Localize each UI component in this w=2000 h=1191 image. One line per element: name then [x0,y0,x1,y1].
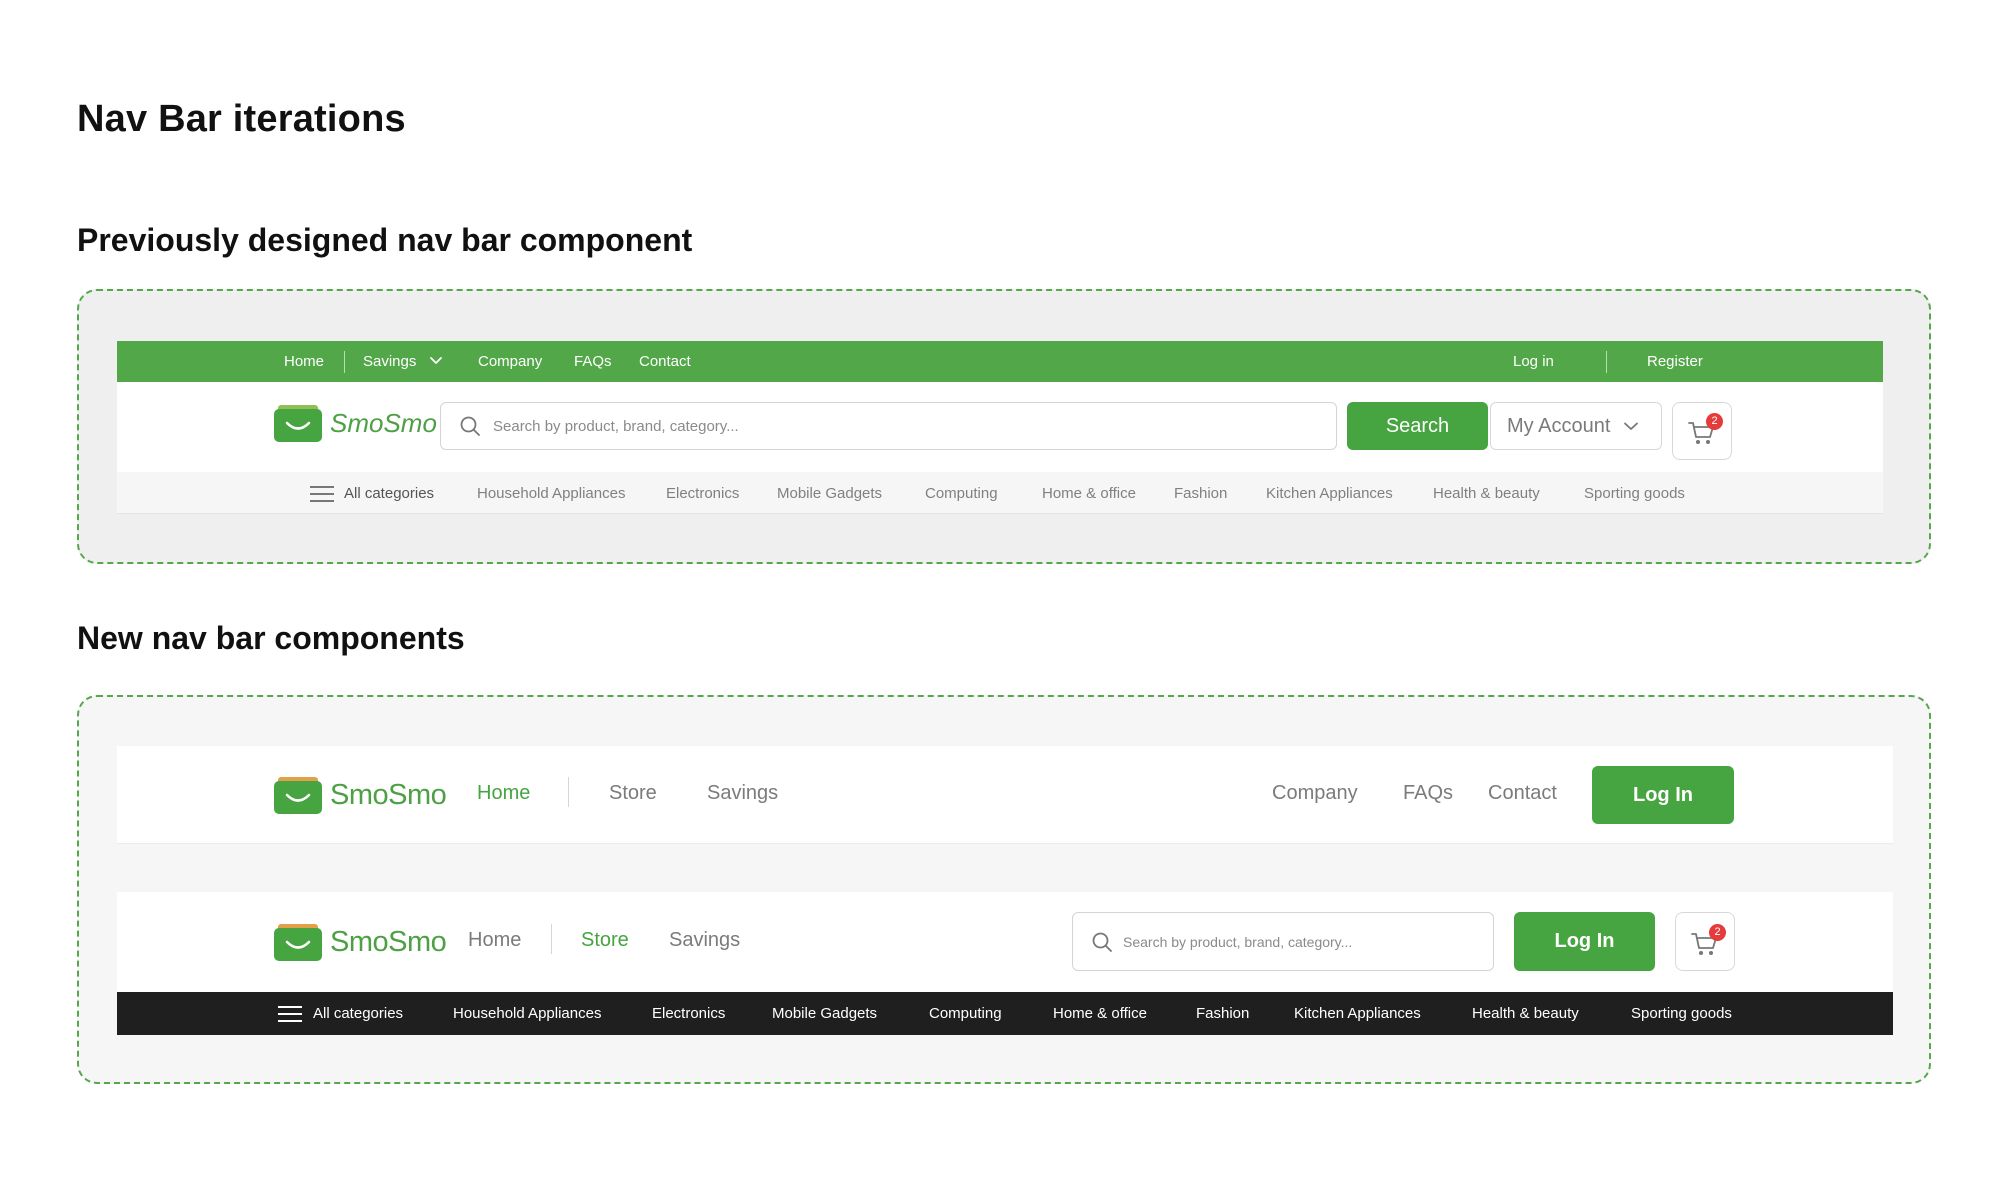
old-all-categories[interactable]: All categories [344,485,434,502]
brand-logo[interactable]: SmoSmo [274,404,437,442]
category-link[interactable]: Household Appliances [477,485,625,502]
nav-link-home[interactable]: Home [477,782,530,805]
section-title-new: New nav bar components [77,620,465,656]
old-search-button[interactable]: Search [1347,402,1488,450]
nav-link-contact[interactable]: Contact [1488,782,1557,805]
old-top-link-company[interactable]: Company [478,353,542,370]
brand-wordmark: SmoSmo [330,778,447,811]
old-nav-bar: Home Savings Company FAQs Contact Log in… [117,341,1883,514]
login-button[interactable]: Log In [1592,766,1734,824]
chevron-down-icon [1624,422,1639,430]
page-title: Nav Bar iterations [77,98,406,140]
wallet-logo-icon [274,405,322,442]
divider [1606,351,1607,373]
nav-link-store[interactable]: Store [609,782,657,805]
category-link[interactable]: Sporting goods [1631,1005,1732,1022]
cart-button[interactable]: 2 [1675,912,1735,971]
brand-logo[interactable]: SmoSmo [274,776,447,814]
new-nav-bar-b: SmoSmo Home Store Savings Search by prod… [117,892,1893,992]
nav-link-savings[interactable]: Savings [669,929,740,952]
old-cart-button[interactable]: 2 [1672,402,1732,460]
brand-wordmark: SmoSmo [330,407,437,438]
old-top-link-faqs[interactable]: FAQs [574,353,612,370]
divider [551,924,552,954]
wallet-logo-icon [274,924,322,961]
category-link[interactable]: Fashion [1196,1005,1249,1022]
category-link[interactable]: Mobile Gadgets [777,485,882,502]
category-link[interactable]: Fashion [1174,485,1227,502]
category-link[interactable]: Kitchen Appliances [1266,485,1393,502]
cart-count-badge: 2 [1706,413,1723,430]
category-bar: All categories Household Appliances Elec… [117,992,1893,1035]
section-title-old: Previously designed nav bar component [77,222,693,258]
old-top-link-contact[interactable]: Contact [639,353,691,370]
category-link[interactable]: Health & beauty [1472,1005,1579,1022]
account-dropdown[interactable]: My Account [1490,402,1662,450]
old-search-input[interactable]: Search by product, brand, category... [440,402,1337,450]
old-login-link[interactable]: Log in [1513,353,1554,370]
chevron-down-icon[interactable] [428,352,444,368]
divider [344,351,345,373]
category-link[interactable]: Kitchen Appliances [1294,1005,1421,1022]
nav-link-store[interactable]: Store [581,929,629,952]
brand-logo[interactable]: SmoSmo [274,923,447,961]
search-input[interactable]: Search by product, brand, category... [1072,912,1494,971]
category-link[interactable]: Sporting goods [1584,485,1685,502]
category-link[interactable]: Health & beauty [1433,485,1540,502]
category-link[interactable]: Household Appliances [453,1005,601,1022]
old-register-link[interactable]: Register [1647,353,1703,370]
old-top-bar: Home Savings Company FAQs Contact Log in… [117,341,1883,382]
old-category-bar: All categories Household Appliances Elec… [117,472,1883,514]
menu-icon[interactable] [310,485,334,503]
account-label: My Account [1507,414,1611,437]
menu-icon[interactable] [278,1005,302,1023]
wallet-logo-icon [274,777,322,814]
old-top-link-savings[interactable]: Savings [363,353,416,370]
brand-wordmark: SmoSmo [330,925,447,958]
old-top-link-home[interactable]: Home [284,353,324,370]
search-placeholder: Search by product, brand, category... [1123,933,1353,950]
category-link[interactable]: Electronics [652,1005,725,1022]
category-link[interactable]: Mobile Gadgets [772,1005,877,1022]
category-link[interactable]: Home & office [1053,1005,1147,1022]
nav-link-home[interactable]: Home [468,929,521,952]
search-placeholder: Search by product, brand, category... [493,417,739,435]
search-icon [1092,932,1112,952]
category-link[interactable]: Home & office [1042,485,1136,502]
cart-count-badge: 2 [1709,924,1726,941]
nav-link-savings[interactable]: Savings [707,782,778,805]
nav-link-faqs[interactable]: FAQs [1403,782,1453,805]
divider [568,777,569,807]
login-button[interactable]: Log In [1514,912,1655,971]
category-link[interactable]: Electronics [666,485,739,502]
new-nav-bar-a: SmoSmo Home Store Savings Company FAQs C… [117,746,1893,844]
nav-link-company[interactable]: Company [1272,782,1358,805]
all-categories[interactable]: All categories [313,1005,403,1022]
search-icon [460,416,480,436]
category-link[interactable]: Computing [929,1005,1002,1022]
category-link[interactable]: Computing [925,485,998,502]
old-main-row: SmoSmo Search by product, brand, categor… [117,382,1883,472]
